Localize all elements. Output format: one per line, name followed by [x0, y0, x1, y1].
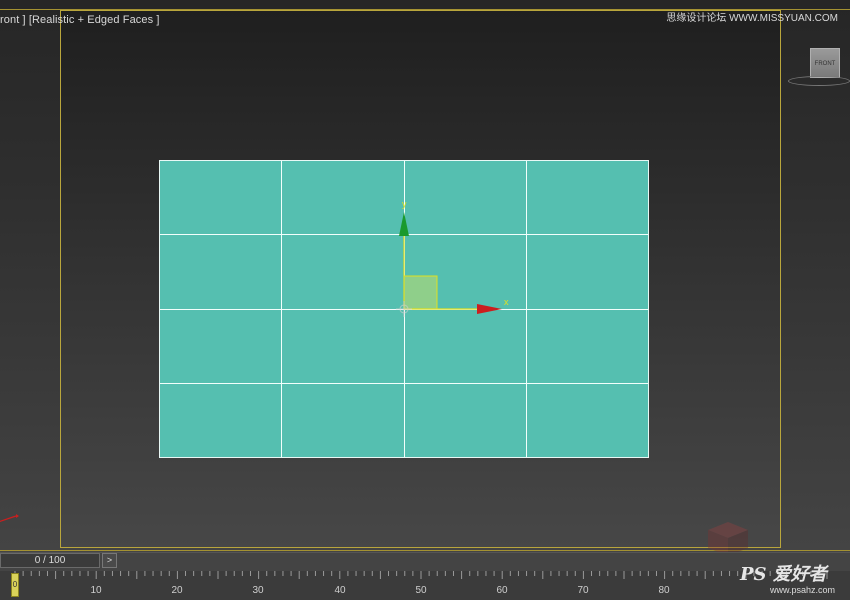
tick-label: 80: [658, 585, 670, 596]
next-frame-button[interactable]: >: [102, 553, 117, 568]
track-bar-ticks: [14, 571, 828, 579]
world-axis-tripod-icon: [0, 514, 19, 522]
tick-label: 30: [252, 585, 264, 596]
viewcube-compass-ring[interactable]: [788, 76, 850, 86]
time-slider[interactable]: 0 / 100: [0, 553, 100, 568]
viewport-label[interactable]: ront ] [Realistic + Edged Faces ]: [0, 14, 160, 26]
watermark-top: 思缘设计论坛 WWW.MISSYUAN.COM: [666, 13, 838, 24]
viewcube[interactable]: FRONT: [810, 48, 840, 78]
viewcube-face-label: FRONT: [814, 61, 836, 67]
grid-line: [160, 309, 648, 310]
tick-label: 40: [334, 585, 346, 596]
timeline-bar[interactable]: [0, 552, 850, 571]
tick-label: 60: [496, 585, 508, 596]
tick-label: 50: [415, 585, 427, 596]
plane-object[interactable]: [159, 160, 649, 458]
track-bar[interactable]: 10 20 30 40 50 60 70 80: [0, 571, 850, 600]
watermark-url: www.psahz.com: [770, 585, 836, 595]
tick-label: 10: [90, 585, 102, 596]
grid-line: [160, 234, 648, 235]
tick-label: 20: [171, 585, 183, 596]
tick-label: 70: [577, 585, 589, 596]
watermark-brand: PS 爱好者: [740, 564, 827, 585]
current-frame-marker[interactable]: 0: [11, 573, 19, 597]
grid-line: [160, 383, 648, 384]
